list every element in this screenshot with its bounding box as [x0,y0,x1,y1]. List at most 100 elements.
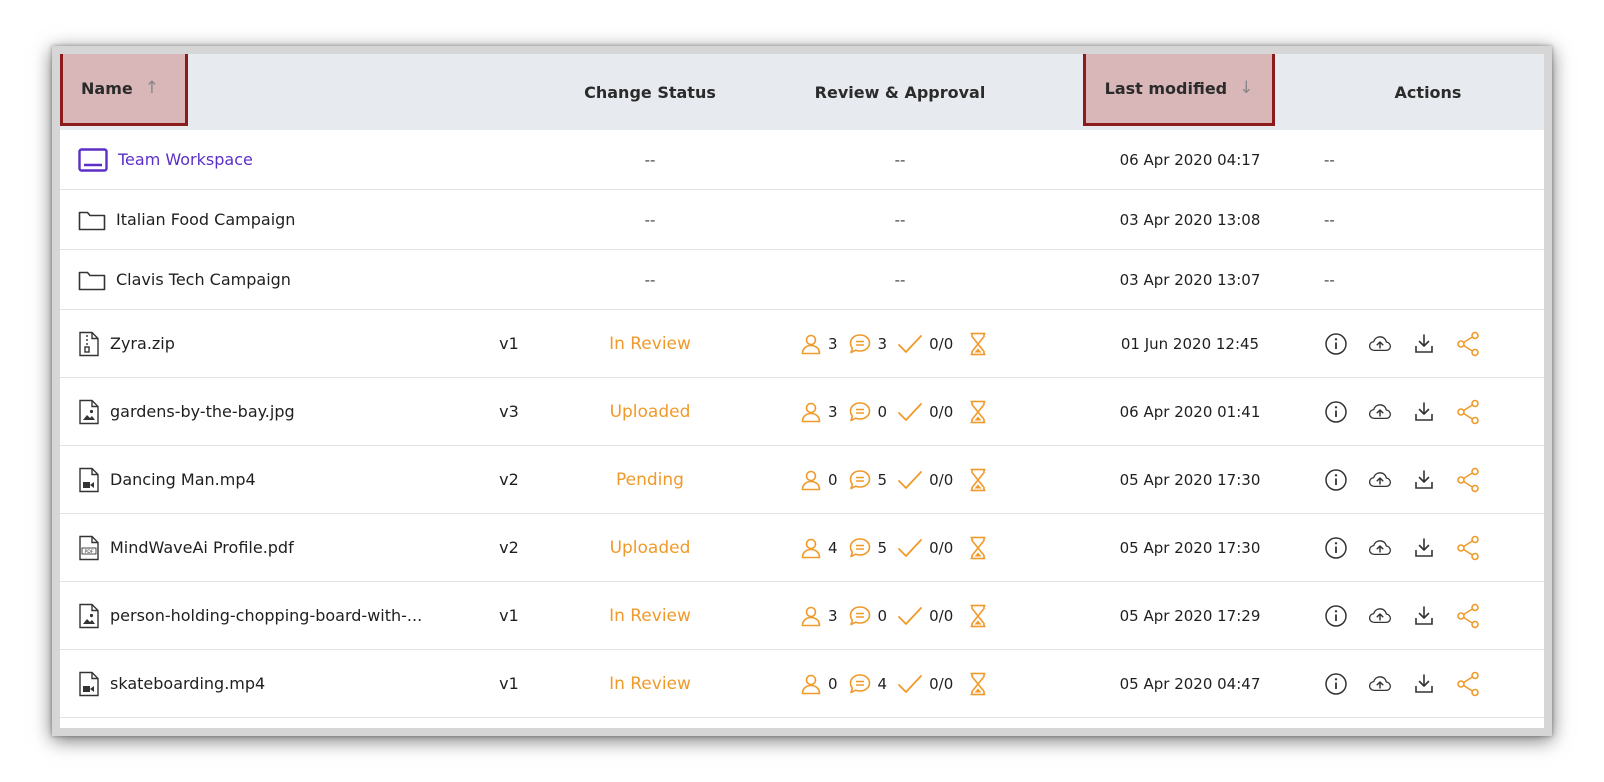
file-row[interactable]: Dancing Man.mp4 v2 Pending 0 5 0/0 05 Apr 2020… [60,446,1544,514]
share-icon[interactable] [1456,603,1480,628]
comments-count-group[interactable]: 4 [848,673,888,695]
item-name[interactable]: Dancing Man.mp4 [110,470,256,489]
pending-hourglass-icon [969,400,987,424]
status-label[interactable]: In Review [560,310,740,377]
last-modified-column-header[interactable]: Last modified ↓ [1083,54,1275,126]
reviewers-count: 3 [828,402,838,421]
approvals-count: 0/0 [929,334,954,353]
info-icon[interactable] [1324,604,1348,628]
comments-count-group[interactable]: 3 [848,333,888,355]
item-name[interactable]: skateboarding.mp4 [110,674,265,693]
name-column-header[interactable]: Name ↑ [60,54,188,126]
info-icon[interactable] [1324,468,1348,492]
name-cell[interactable]: Zyra.zip [78,310,498,377]
comments-count-group[interactable]: 5 [848,469,888,491]
download-icon[interactable] [1412,536,1436,560]
item-name[interactable]: person-holding-chopping-board-with-... [110,606,422,625]
cloud-upload-icon[interactable] [1368,468,1392,492]
approvals-count-group[interactable]: 0/0 [897,606,953,626]
name-cell[interactable]: PDF MindWaveAi Profile.pdf [78,514,498,581]
cloud-upload-icon[interactable] [1368,400,1392,424]
comments-count-group[interactable]: 0 [848,401,887,423]
name-cell[interactable]: Italian Food Campaign [78,190,498,249]
download-icon[interactable] [1412,332,1436,356]
approvals-count-group[interactable]: 0/0 [897,402,953,422]
status-label[interactable]: In Review [560,582,740,649]
comments-count-group[interactable]: 0 [848,605,887,627]
reviewers-icon [800,401,828,423]
reviewers-icon [800,333,828,355]
workspace-row[interactable]: Team Workspace -- -- 06 Apr 2020 04:17 -- [60,130,1544,190]
version-label: v2 [499,538,519,557]
download-icon[interactable] [1412,400,1436,424]
download-icon[interactable] [1412,672,1436,696]
svg-text:PDF: PDF [85,548,94,554]
comments-count: 4 [877,674,888,693]
info-icon[interactable] [1324,536,1348,560]
folder-row[interactable]: Clavis Tech Campaign -- -- 03 Apr 2020 13:0… [60,250,1544,310]
approvals-count-group[interactable]: 0/0 [897,538,953,558]
info-icon[interactable] [1324,332,1348,356]
folder-row[interactable]: Italian Food Campaign -- -- 03 Apr 2020 13:… [60,190,1544,250]
comments-count: 5 [877,538,888,557]
name-cell[interactable]: Team Workspace [78,130,498,189]
name-cell[interactable]: skateboarding.mp4 [78,650,498,717]
reviewers-count-group[interactable]: 4 [800,537,838,559]
reviewers-count-group[interactable]: 3 [800,401,838,423]
file-row[interactable]: skateboarding.mp4 v1 In Review 0 4 0/0 05 Apr … [60,650,1544,718]
approvals-count-group[interactable]: 0/0 [897,470,953,490]
item-name[interactable]: Team Workspace [118,150,253,169]
reviewers-count: 0 [828,674,838,693]
actions-column-header: Actions [1318,54,1538,130]
comments-icon [848,605,878,627]
comments-count: 5 [877,470,888,489]
name-cell[interactable]: gardens-by-the-bay.jpg [78,378,498,445]
status-label[interactable]: In Review [560,650,740,717]
reviewers-count-group[interactable]: 3 [800,333,838,355]
cloud-upload-icon[interactable] [1368,536,1392,560]
status-label[interactable]: Uploaded [560,514,740,581]
cloud-upload-icon[interactable] [1368,332,1392,356]
file-table: Name ↑ Change Status Review & Approval L… [60,54,1544,728]
comments-count-group[interactable]: 5 [848,537,888,559]
cloud-upload-icon[interactable] [1368,604,1392,628]
status-label[interactable]: Uploaded [560,378,740,445]
last-modified-value: 05 Apr 2020 17:30 [1119,538,1261,557]
file-row[interactable]: Zyra.zip v1 In Review 3 3 0/0 01 Jun 2020 12:4… [60,310,1544,378]
version-label: v3 [499,402,519,421]
status-label[interactable]: Pending [560,446,740,513]
share-icon[interactable] [1456,467,1480,492]
review-approval-cell: 0 5 0/0 [800,446,1000,513]
share-icon[interactable] [1456,535,1480,560]
file-row[interactable]: PDF MindWaveAi Profile.pdf v2 Uploaded 4 5 0/0… [60,514,1544,582]
reviewers-count-group[interactable]: 0 [800,673,838,695]
review-placeholder: -- [894,210,906,229]
actions-cell [1320,514,1544,581]
reviewers-count-group[interactable]: 0 [800,469,838,491]
share-icon[interactable] [1456,331,1480,356]
approvals-count-group[interactable]: 0/0 [897,334,953,354]
info-icon[interactable] [1324,400,1348,424]
name-cell[interactable]: person-holding-chopping-board-with-... [78,582,498,649]
cloud-upload-icon[interactable] [1368,672,1392,696]
download-icon[interactable] [1412,604,1436,628]
reviewers-count-group[interactable]: 3 [800,605,838,627]
name-cell[interactable]: Dancing Man.mp4 [78,446,498,513]
comments-count: 3 [877,334,888,353]
share-icon[interactable] [1456,399,1480,424]
item-name[interactable]: gardens-by-the-bay.jpg [110,402,295,421]
item-name[interactable]: Italian Food Campaign [116,210,295,229]
info-icon[interactable] [1324,672,1348,696]
file-row[interactable]: person-holding-chopping-board-with-... v1… [60,582,1544,650]
version-label: v2 [499,470,519,489]
item-name[interactable]: Zyra.zip [110,334,175,353]
file-row[interactable]: gardens-by-the-bay.jpg v3 Uploaded 3 0 0/0 06 … [60,378,1544,446]
name-cell[interactable]: Clavis Tech Campaign [78,250,498,309]
approvals-count-group[interactable]: 0/0 [897,674,953,694]
version-label: v1 [499,606,519,625]
item-name[interactable]: MindWaveAi Profile.pdf [110,538,294,557]
share-icon[interactable] [1456,671,1480,696]
item-name[interactable]: Clavis Tech Campaign [116,270,291,289]
sort-ascending-icon: ↑ [144,78,159,98]
download-icon[interactable] [1412,468,1436,492]
